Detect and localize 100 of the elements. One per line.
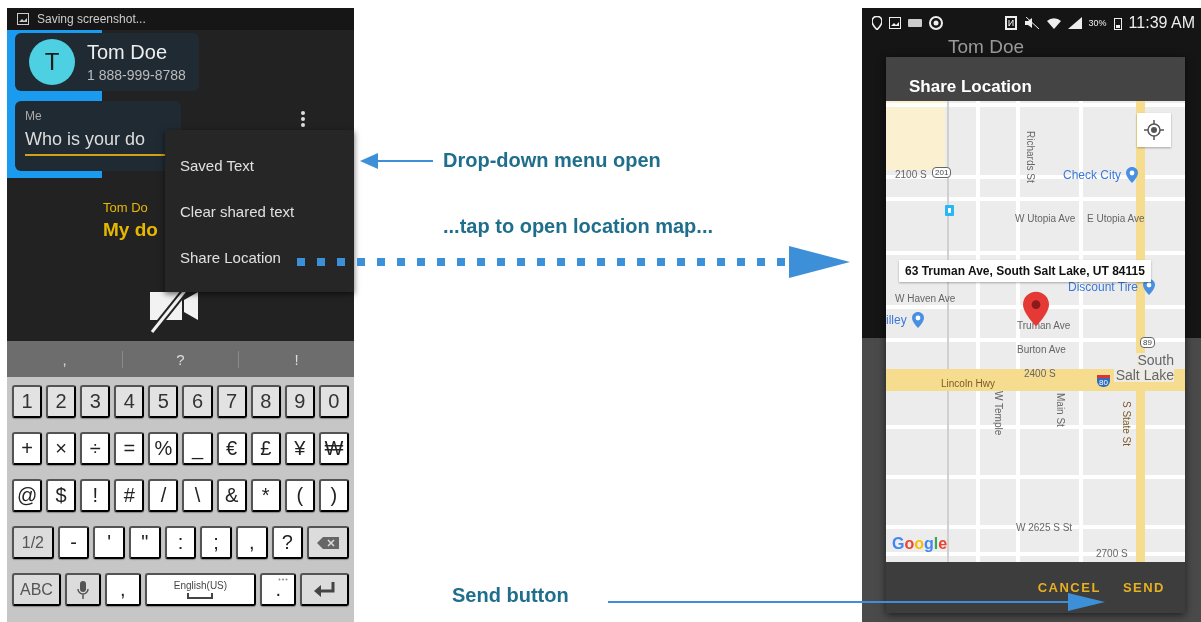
keyboard-key[interactable]: ' [93,526,126,559]
keyboard-key[interactable]: ABC [12,573,61,606]
dotted-arrow-icon [297,244,850,280]
keyboard-key[interactable]: $ [46,479,77,512]
keyboard-key[interactable]: ( [284,479,315,512]
contact-name: Tom Doe [87,41,169,64]
keyboard-key[interactable]: % [148,432,179,465]
street-label: 2100 S [895,169,927,180]
clock: 11:39 AM [1128,14,1195,32]
keyboard-key[interactable]: 8 [250,385,281,418]
more-dots-icon [278,578,289,581]
keyboard-key[interactable]: , [104,573,141,606]
mute-icon [1023,17,1040,29]
map-pin-icon [1126,167,1138,183]
microphone-key[interactable] [64,573,101,606]
keyboard-icon [908,19,922,27]
keyboard-key[interactable]: # [114,479,145,512]
image-icon [889,17,901,29]
keyboard-key[interactable]: 1 [12,385,43,418]
dialog-title: Share Location [886,57,1185,101]
keyboard-key[interactable]: \ [182,479,213,512]
keyboard-key[interactable]: ! [80,479,111,512]
enter-key[interactable] [300,573,349,606]
keyboard-key[interactable]: 2 [46,385,77,418]
space-key[interactable]: English(US) [144,573,257,606]
sender-label: Tom Do [103,200,149,215]
keyboard-key[interactable]: 5 [148,385,179,418]
crosshair-icon [1144,120,1164,140]
map-attribution: Google [892,535,948,553]
street-label: W Temple [993,391,1004,436]
keyboard-key[interactable]: 0 [318,385,349,418]
keyboard-key[interactable]: € [216,432,247,465]
keyboard-key[interactable]: 4 [114,385,145,418]
highway-label: S State St [1121,401,1132,447]
keyboard-key[interactable]: = [114,432,145,465]
keyboard-key[interactable]: : [164,526,197,559]
keyboard-key[interactable]: ÷ [80,432,111,465]
annotation-text: Send button [452,584,569,607]
highway-label: Lincoln Hwy [941,378,995,389]
keyboard-key[interactable]: ¥ [284,432,315,465]
place-label: Check City [1063,168,1121,182]
backspace-key[interactable] [307,526,349,559]
keyboard-key[interactable]: @ [12,479,43,512]
interstate-shield: 80 [1097,375,1110,387]
keyboard-key[interactable]: ? [271,526,304,559]
keyboard-key[interactable]: _ [182,432,213,465]
suggestion[interactable]: ! [239,350,354,368]
keyboard-key[interactable]: 7 [216,385,247,418]
more-options-icon[interactable] [300,110,306,128]
suggestion[interactable]: ? [123,350,239,368]
keyboard-key[interactable]: £ [250,432,281,465]
street-label: 2400 S [1024,368,1056,379]
suggestion[interactable]: , [7,350,123,368]
message-text: My do [103,219,158,241]
street-label: Burton Ave [1017,344,1066,355]
map[interactable] [886,101,1185,562]
annotation-text: Drop-down menu open [443,149,661,172]
keyboard-key[interactable]: 1/2 [12,526,54,559]
keyboard-key[interactable]: ; [200,526,232,559]
battery-icon [1113,16,1122,30]
location-pin-icon [872,16,882,30]
wifi-icon [1046,17,1061,29]
signal-icon [1067,17,1082,29]
menu-item[interactable]: Share Location [165,234,354,280]
arrow-icon [360,151,433,171]
status-text: Saving screenshot... [37,12,146,26]
contact-phone: 1 888-999-8788 [87,67,186,83]
place-label: Discount Tire [1068,280,1139,294]
route-shield: 201 [932,167,952,178]
menu-item[interactable]: Clear shared text [165,188,354,234]
space-bar-icon [187,593,214,599]
keyboard-key[interactable]: , [235,526,268,559]
street-label: W 2625 S St [1016,522,1073,533]
annotation-text: ...tap to open location map... [443,215,713,238]
street-label: Richards St [1025,131,1036,183]
route-shield: 89 [1140,337,1155,348]
keyboard-key[interactable]: ₩ [318,432,349,465]
backspace-icon [317,536,340,549]
keyboard-key[interactable]: " [129,526,161,559]
street-label: W Haven Ave [895,293,956,304]
nfc-icon [1004,16,1017,30]
park-area [886,101,945,170]
keyboard-key[interactable]: & [216,479,247,512]
keyboard-key[interactable]: ) [318,479,349,512]
keyboard-key[interactable]: / [148,479,179,512]
keyboard-key[interactable]: 9 [284,385,315,418]
dialog-button[interactable]: SEND [1116,576,1171,599]
battery-percent: 30% [1088,18,1107,28]
keyboard-key[interactable]: * [250,479,281,512]
street-label: 2700 S [1096,548,1128,559]
my-location-button[interactable] [1137,113,1171,147]
place-label: illey [886,313,907,327]
keyboard-key[interactable]: + [12,432,43,465]
keyboard-key[interactable]: - [57,526,90,559]
address-callout: 63 Truman Ave, South Salt Lake, UT 84115 [899,260,1151,282]
dialog-button[interactable]: CANCEL [1031,576,1107,599]
keyboard-key[interactable]: × [46,432,77,465]
keyboard-key[interactable]: 6 [182,385,213,418]
keyboard-key[interactable]: 3 [80,385,111,418]
keyboard-key[interactable]: . [260,573,297,606]
